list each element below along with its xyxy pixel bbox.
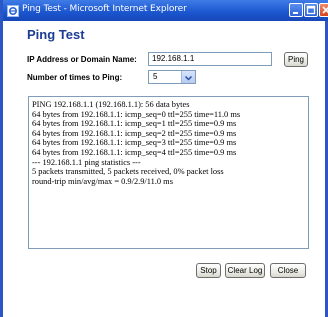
log-line: 5 packets transmitted, 5 packets receive…: [32, 167, 224, 177]
title-bar[interactable]: Ping Test - Microsoft Internet Explorer: [3, 0, 328, 21]
log-line: --- 192.168.1.1 ping statistics ---: [32, 157, 141, 167]
address-value: 192.168.1.1: [152, 54, 195, 63]
ie-icon: [7, 4, 19, 17]
chevron-down-icon[interactable]: [181, 71, 195, 83]
page-content: Ping Test IP Address or Domain Name: 192…: [3, 21, 325, 317]
log-line: 64 bytes from 192.168.1.1: icmp_seq=2 tt…: [32, 128, 237, 138]
address-label: IP Address or Domain Name:: [27, 55, 137, 64]
count-value: 5: [153, 72, 158, 81]
ping-log[interactable]: PING 192.168.1.1 (192.168.1.1): 56 data …: [28, 96, 309, 249]
page-title: Ping Test: [27, 27, 85, 42]
log-line: 64 bytes from 192.168.1.1: icmp_seq=0 tt…: [32, 109, 241, 119]
close-button[interactable]: Close: [270, 263, 306, 278]
count-select[interactable]: 5: [148, 70, 196, 84]
browser-window: Ping Test - Microsoft Internet Explorer …: [0, 0, 328, 317]
ping-button[interactable]: Ping: [284, 52, 308, 67]
address-input[interactable]: 192.168.1.1: [148, 52, 272, 66]
log-line: PING 192.168.1.1 (192.168.1.1): 56 data …: [32, 100, 190, 109]
log-line: 64 bytes from 192.168.1.1: icmp_seq=1 tt…: [32, 119, 237, 129]
minimize-button[interactable]: [289, 3, 303, 17]
close-window-button[interactable]: [319, 3, 328, 17]
clear-log-button[interactable]: Clear Log: [225, 263, 265, 278]
log-line: 64 bytes from 192.168.1.1: icmp_seq=3 tt…: [32, 138, 237, 148]
maximize-button[interactable]: [304, 3, 318, 17]
count-label: Number of times to Ping:: [27, 73, 123, 82]
log-line: round-trip min/avg/max = 0.9/2.9/11.0 ms: [32, 176, 173, 186]
window-title: Ping Test - Microsoft Internet Explorer: [22, 4, 187, 14]
log-line: 64 bytes from 192.168.1.1: icmp_seq=4 tt…: [32, 147, 237, 157]
stop-button[interactable]: Stop: [196, 263, 221, 278]
